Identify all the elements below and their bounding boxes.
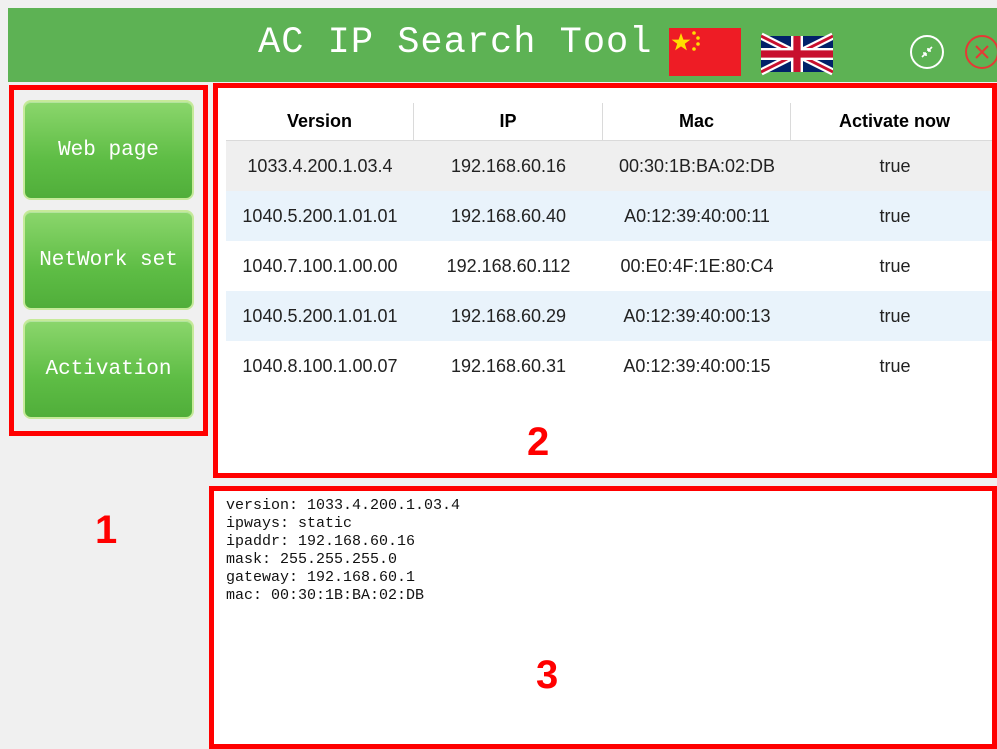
device-table: Version IP Mac Activate now 1033.4.200.1… <box>226 103 992 391</box>
annotation-number-1: 1 <box>95 508 118 552</box>
column-header-ip[interactable]: IP <box>414 103 603 141</box>
cell-mac: A0:12:39:40:00:13 <box>623 305 771 326</box>
cell-ip: 192.168.60.16 <box>450 155 567 176</box>
column-header-version[interactable]: Version <box>226 103 414 141</box>
table-row[interactable]: 1040.8.100.1.00.07 192.168.60.31 A0:12:3… <box>226 341 992 391</box>
cell-mac: A0:12:39:40:00:15 <box>623 355 771 376</box>
cell-mac: 00:E0:4F:1E:80:C4 <box>620 255 774 276</box>
detail-line: mask: 255.255.255.0 <box>226 551 398 568</box>
china-flag-icon[interactable] <box>669 28 741 76</box>
cell-activate-now: true <box>879 355 911 376</box>
device-table-panel: Version IP Mac Activate now 1033.4.200.1… <box>213 83 997 478</box>
device-details-panel[interactable]: version: 1033.4.200.1.03.4 ipways: static… <box>209 486 997 749</box>
detail-line: ipways: static <box>226 515 353 532</box>
title-bar: AC IP Search Tool <box>8 8 997 82</box>
cell-activate-now: true <box>879 155 911 176</box>
activation-button[interactable]: Activation <box>23 319 194 419</box>
window-title: AC IP Search Tool <box>258 22 653 64</box>
cell-ip: 192.168.60.31 <box>450 355 567 376</box>
close-icon[interactable] <box>965 35 997 69</box>
cell-version: 1040.5.200.1.01.01 <box>242 205 398 226</box>
web-page-button[interactable]: Web page <box>23 100 194 200</box>
table-header: Version IP Mac Activate now <box>226 103 992 141</box>
cell-mac: A0:12:39:40:00:11 <box>624 205 770 226</box>
detail-line: version: 1033.4.200.1.03.4 <box>226 497 461 514</box>
cell-activate-now: true <box>879 205 911 226</box>
table-row[interactable]: 1040.5.200.1.01.01 192.168.60.29 A0:12:3… <box>226 291 992 341</box>
uk-flag-icon[interactable] <box>759 31 835 77</box>
table-row[interactable]: 1040.5.200.1.01.01 192.168.60.40 A0:12:3… <box>226 191 992 241</box>
annotation-number-3: 3 <box>536 653 559 697</box>
detail-line: ipaddr: 192.168.60.16 <box>226 533 416 550</box>
table-row[interactable]: 1040.7.100.1.00.00 192.168.60.112 00:E0:… <box>226 241 992 291</box>
cell-version: 1033.4.200.1.03.4 <box>247 155 393 176</box>
device-details-text[interactable]: version: 1033.4.200.1.03.4 ipways: static… <box>226 497 460 605</box>
table-row[interactable]: 1033.4.200.1.03.4 192.168.60.16 00:30:1B… <box>226 141 992 191</box>
cell-version: 1040.8.100.1.00.07 <box>242 355 398 376</box>
cell-ip: 192.168.60.112 <box>446 255 571 276</box>
column-header-activate-now[interactable]: Activate now <box>791 103 992 141</box>
cell-version: 1040.7.100.1.00.00 <box>242 255 398 276</box>
cell-mac: 00:30:1B:BA:02:DB <box>618 155 776 176</box>
cell-activate-now: true <box>879 305 911 326</box>
cell-version: 1040.5.200.1.01.01 <box>242 305 398 326</box>
annotation-number-2: 2 <box>527 420 550 464</box>
detail-line: mac: 00:30:1B:BA:02:DB <box>226 587 425 604</box>
cell-ip: 192.168.60.40 <box>450 205 567 226</box>
cell-ip: 192.168.60.29 <box>450 305 567 326</box>
column-header-mac[interactable]: Mac <box>603 103 791 141</box>
cell-activate-now: true <box>879 255 911 276</box>
detail-line: gateway: 192.168.60.1 <box>226 569 416 586</box>
shrink-icon[interactable] <box>910 35 944 69</box>
network-set-button[interactable]: NetWork set <box>23 210 194 310</box>
